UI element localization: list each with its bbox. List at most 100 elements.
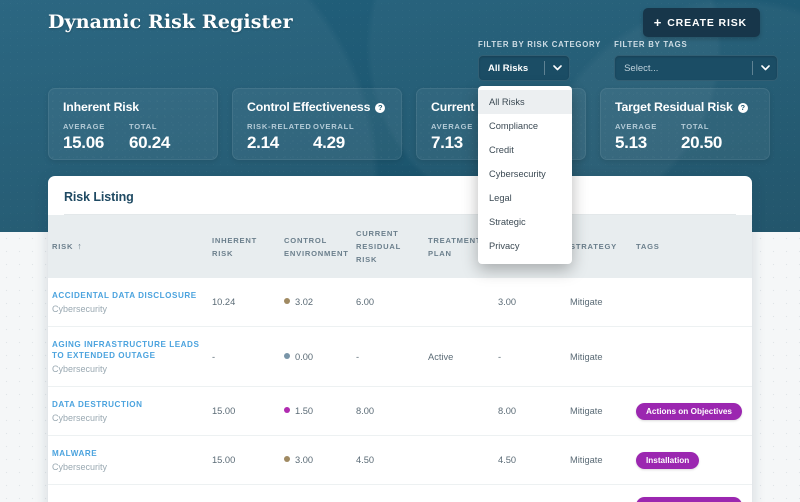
stat-metric-label: RISK-RELATED (247, 122, 312, 131)
column-header-line: RISK (212, 248, 234, 258)
stat-metric-value: 2.14 (247, 133, 279, 152)
control-environment-value: 1.50 (295, 406, 314, 416)
treatment-plan-cell (424, 386, 494, 436)
page-title: Dynamic Risk Register (48, 11, 293, 33)
control-environment-value: 3.00 (295, 455, 314, 465)
stat-metric-label: TOTAL (681, 122, 710, 131)
control-rating-dot-icon (284, 298, 290, 304)
filter-risk-category-label: FILTER BY RISK CATEGORY (478, 40, 602, 49)
tag-list: Installation (636, 451, 748, 469)
dropdown-option[interactable]: Privacy (478, 234, 572, 258)
filter-bar: FILTER BY RISK CATEGORY All Risks FILTER… (478, 40, 779, 81)
help-icon[interactable]: ? (375, 102, 386, 113)
stat-card-title-text: Target Residual Risk (615, 100, 733, 114)
stat-metric-value: 60.24 (129, 133, 171, 152)
filter-risk-category-group: FILTER BY RISK CATEGORY All Risks (478, 40, 601, 81)
risk-name-link[interactable]: DATA DESTRUCTION (52, 399, 204, 410)
stat-metric-label: AVERAGE (615, 122, 658, 131)
inherent-risk-cell: 15.00 (208, 435, 280, 485)
tags-cell: Installation (632, 435, 752, 485)
help-icon[interactable]: ? (737, 102, 748, 113)
stat-card: Inherent Risk AVERAGE 15.06 TOTAL 60.24 (48, 88, 218, 160)
column-header-current[interactable]: CURRENT RESIDUAL RISK (352, 215, 424, 278)
stat-card-title: Inherent Risk (63, 100, 203, 114)
filter-tags-group: FILTER BY TAGS Select... (614, 40, 779, 81)
chevron-down-icon[interactable] (545, 64, 569, 73)
stat-card-title: Target Residual Risk? (615, 100, 755, 114)
column-header-control[interactable]: CONTROL ENVIRONMENT (280, 215, 352, 278)
dropdown-option[interactable]: Credit (478, 138, 572, 162)
column-header-line: RESIDUAL (356, 242, 402, 251)
risk-name-link[interactable]: ACCIDENTAL DATA DISCLOSURE (52, 290, 204, 301)
control-rating-dot-icon (284, 456, 290, 462)
chevron-down-icon[interactable] (753, 64, 777, 73)
target-residual-risk-cell: 3.00 (494, 278, 566, 327)
column-header-risk[interactable]: RISK ↑ (48, 215, 208, 278)
stat-metric-value: 20.50 (681, 133, 723, 152)
tag-badge[interactable]: Actions on Objectives (636, 497, 742, 502)
dropdown-option[interactable]: All Risks (478, 90, 572, 114)
risk-category-dropdown-menu[interactable]: All Risks Compliance Credit Cybersecurity Le… (478, 86, 572, 264)
table-header-row: RISK ↑ INHERENT RISK CONTROL ENVIRONMENT CURRE… (48, 215, 752, 278)
current-residual-risk-cell: 4.50 (352, 435, 424, 485)
stat-metric-label: AVERAGE (63, 122, 106, 131)
treatment-plan-cell: Active (424, 484, 494, 502)
strategy-cell: Mitigate (566, 278, 632, 327)
risk-category-label: Cybersecurity (52, 304, 108, 314)
filter-tags-controls (752, 56, 777, 80)
risk-category-label: Cybersecurity (52, 364, 108, 374)
table-row[interactable]: SOCIAL ENGINEERINGCybersecurity20.003.20… (48, 484, 752, 502)
table-row[interactable]: AGING INFRASTRUCTURE LEADS TO EXTENDED O… (48, 326, 752, 387)
stat-metric: TOTAL 60.24 (129, 122, 195, 153)
stat-card-title-text: Control Effectiveness (247, 100, 371, 114)
column-header-tags[interactable]: TAGS (632, 215, 752, 278)
treatment-plan-cell: Active (424, 326, 494, 387)
inherent-risk-cell: 20.00 (208, 484, 280, 502)
filter-tags-label: FILTER BY TAGS (614, 40, 688, 49)
column-header-line: RISK (356, 255, 378, 264)
control-environment-value: 0.00 (295, 351, 314, 362)
strategy-cell: Mitigate (566, 386, 632, 436)
table-row[interactable]: ACCIDENTAL DATA DISCLOSURE Cybersecurity 1… (48, 278, 752, 327)
create-risk-button[interactable]: + CREATE RISK (642, 8, 760, 37)
risk-cell: AGING INFRASTRUCTURE LEADS TO EXTENDED O… (48, 326, 208, 387)
column-header-line: CONTROL (284, 235, 328, 245)
filter-tags-select[interactable]: Select... (614, 55, 779, 81)
dropdown-option[interactable]: Legal (478, 186, 572, 210)
column-header-strategy[interactable]: STRATEGY (566, 215, 632, 278)
target-residual-risk-cell: 5.00 (494, 484, 566, 502)
stat-metric: TOTAL 20.50 (681, 122, 747, 153)
dropdown-option[interactable]: Cybersecurity (478, 162, 572, 186)
dropdown-option[interactable]: Strategic (478, 210, 572, 234)
panel-header: Risk Listing (48, 176, 752, 214)
filter-risk-category-select[interactable]: All Risks (478, 55, 570, 81)
treatment-plan-cell (424, 278, 494, 327)
stat-metric-label: TOTAL (129, 122, 158, 131)
tag-badge[interactable]: Installation (636, 451, 700, 469)
stat-card: Target Residual Risk? AVERAGE 5.13 TOTAL 20.… (600, 88, 770, 160)
tags-cell (632, 326, 752, 387)
tag-list: Actions on ObjectivesDeliveryExploitatio… (636, 497, 748, 502)
column-header-line: STRATEGY (570, 242, 618, 251)
column-header-inherent[interactable]: INHERENT RISK (208, 215, 280, 278)
table-row[interactable]: DATA DESTRUCTION Cybersecurity 15.00 1.50 8.… (48, 386, 752, 436)
risk-table-header: RISK ↑ INHERENT RISK CONTROL ENVIRONMENT CURRE… (48, 215, 752, 278)
stat-metric: AVERAGE 15.06 (63, 122, 129, 153)
tag-badge[interactable]: Actions on Objectives (636, 402, 742, 420)
stat-card-title: Control Effectiveness? (247, 100, 387, 114)
risk-name-link[interactable]: AGING INFRASTRUCTURE LEADS TO EXTENDED O… (52, 339, 204, 361)
arrow-up-icon: ↑ (77, 241, 83, 251)
column-header-line: INHERENT (212, 235, 258, 245)
control-environment-cell: 3.00 (280, 435, 352, 485)
panel-title: Risk Listing (64, 190, 134, 204)
dropdown-option[interactable]: Compliance (478, 114, 572, 138)
filter-risk-category-value: All Risks (488, 62, 529, 74)
table-row[interactable]: MALWARE Cybersecurity 15.00 3.00 4.50 4.50 Mit… (48, 435, 752, 485)
current-residual-risk-cell: 6.00 (352, 278, 424, 327)
risk-name-link[interactable]: MALWARE (52, 448, 204, 459)
treatment-plan-cell (424, 435, 494, 485)
stat-card-metrics: AVERAGE 5.13 TOTAL 20.50 (615, 122, 755, 153)
current-residual-risk-cell: 8.00 (352, 386, 424, 436)
filter-tags-value: Select... (624, 62, 659, 74)
risk-category-label: Cybersecurity (52, 413, 108, 423)
